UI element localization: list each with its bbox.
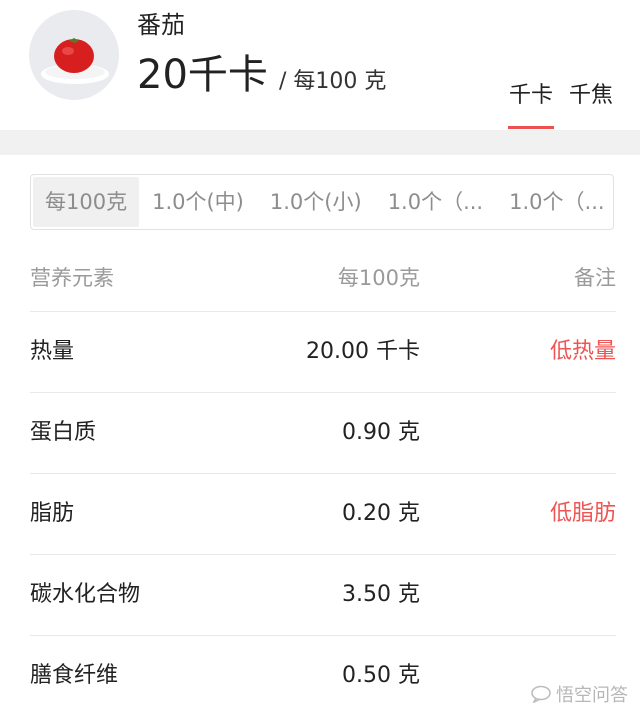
calorie-unit: / 每100 克	[279, 69, 387, 94]
table-row: 热量 20.00 千卡 低热量	[30, 311, 616, 392]
food-header: 番茄 20千卡 / 每100 克 千卡 千焦	[0, 0, 640, 130]
nutrition-table-header: 营养元素 每100克 备注	[30, 262, 616, 310]
serving-selector: 每100克 1.0个(中) 1.0个(小) 1.0个（... 1.0个（...	[30, 174, 614, 230]
nutrient-amount: 3.50 克	[342, 582, 420, 607]
tab-kj[interactable]: 千焦	[568, 80, 614, 130]
watermark: 悟空问答	[530, 681, 628, 707]
nutrient-name: 碳水化合物	[30, 582, 141, 607]
serving-option-small[interactable]: 1.0个(小)	[257, 177, 375, 227]
nutrient-amount: 0.50 克	[342, 663, 420, 688]
header-amount: 每100克	[337, 266, 420, 290]
nutrient-note: 低脂肪	[549, 501, 616, 526]
chat-bubble-icon	[531, 685, 551, 703]
energy-unit-tabs: 千卡 千焦	[508, 80, 628, 130]
serving-option-100g[interactable]: 每100克	[33, 177, 140, 227]
tab-kcal[interactable]: 千卡	[508, 80, 555, 130]
serving-option-5[interactable]: 1.0个（...	[496, 177, 617, 227]
table-row: 碳水化合物 3.50 克	[30, 554, 616, 635]
nutrient-amount: 0.90 克	[342, 420, 420, 445]
food-name: 番茄	[137, 11, 185, 39]
tomato-icon	[41, 38, 109, 84]
table-row: 蛋白质 0.90 克	[30, 392, 616, 473]
calorie-summary: 20千卡 / 每100 克	[137, 50, 386, 108]
nutrient-name: 脂肪	[30, 501, 75, 526]
nutrient-name: 蛋白质	[30, 420, 97, 445]
nutrient-name: 热量	[30, 339, 75, 364]
watermark-text: 悟空问答	[556, 685, 628, 706]
header-nutrient: 营养元素	[30, 266, 114, 290]
calorie-value: 20千卡	[137, 52, 268, 98]
section-divider	[0, 130, 640, 155]
nutrient-amount: 20.00 千卡	[306, 339, 420, 364]
table-row: 膳食纤维 0.50 克	[30, 635, 616, 716]
serving-option-4[interactable]: 1.0个（...	[375, 177, 496, 227]
nutrient-amount: 0.20 克	[342, 501, 420, 526]
header-note: 备注	[574, 266, 616, 290]
table-row: 脂肪 0.20 克 低脂肪	[30, 473, 616, 554]
serving-option-medium[interactable]: 1.0个(中)	[139, 177, 257, 227]
nutrient-note: 低热量	[549, 339, 616, 364]
tomato-image	[29, 10, 119, 100]
nutrient-name: 膳食纤维	[30, 663, 119, 688]
